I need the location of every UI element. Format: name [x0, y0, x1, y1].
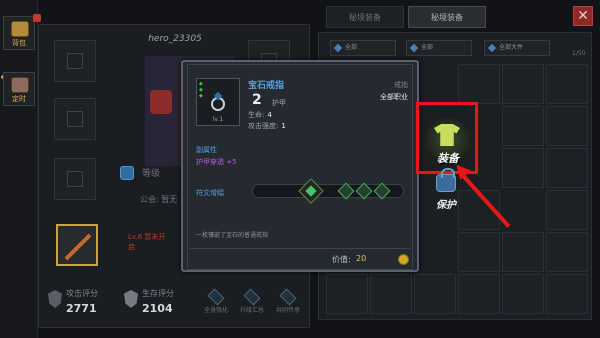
inventory-slot[interactable]	[546, 232, 588, 272]
secondary-attribute-value: 护甲穿透 +5	[196, 158, 237, 166]
diamond-icon	[243, 288, 261, 306]
sidebar-item-timer[interactable]: 定时	[3, 72, 35, 106]
slot-placeholder-icon	[67, 111, 83, 127]
price-value: 20	[356, 254, 367, 263]
item-slot-type: 戒指	[394, 81, 408, 89]
equipment-slot-armor[interactable]	[54, 98, 96, 140]
armor-icon	[434, 124, 460, 146]
inventory-count: 1/50	[572, 50, 586, 57]
lock-icon	[436, 168, 456, 192]
sidebar-item-label: 定时	[12, 95, 26, 103]
filter-dropdown-2[interactable]: 全部	[406, 40, 472, 56]
enhance-all-button[interactable]: 全身强化	[198, 288, 234, 320]
inventory-slot[interactable]	[546, 274, 588, 314]
hero-name: hero_23305	[148, 34, 202, 44]
diamond-icon	[207, 288, 225, 306]
secondary-attribute-title: 副属性	[196, 146, 217, 154]
coin-icon	[398, 254, 409, 265]
star-rating-icon: ◆ ◆ ◆	[199, 81, 203, 99]
rune-gem-icon	[305, 185, 317, 197]
filter-dropdown-3[interactable]: 全部大件	[484, 40, 550, 56]
equip-button[interactable]: 装备	[424, 118, 472, 166]
bag-icon	[11, 21, 29, 37]
chest-icon	[11, 77, 29, 93]
divider	[190, 248, 410, 249]
tab-secret-gear-2[interactable]: 秘境装备	[408, 6, 486, 28]
inventory-slot[interactable]	[502, 232, 544, 272]
notification-badge	[33, 14, 41, 22]
filter-dropdown-1[interactable]: 全部	[330, 40, 396, 56]
locked-slot[interactable]: Lv.6 暂未开启	[128, 232, 168, 260]
equipment-slot-boots[interactable]	[54, 158, 96, 200]
inventory-slot[interactable]	[458, 64, 500, 104]
class-icon	[120, 166, 134, 180]
survival-score-value: 2104	[142, 302, 173, 315]
upgrade-summary-button[interactable]: 升级汇总	[234, 288, 270, 320]
survival-score: 生存评分 2104	[124, 288, 194, 320]
level-text: 等级	[142, 169, 161, 179]
item-type: 护甲	[272, 99, 286, 107]
rune-socket-label: 符文增幅	[196, 189, 224, 197]
inventory-slot[interactable]	[370, 274, 412, 314]
inventory-slot[interactable]	[414, 274, 456, 314]
shield-icon	[48, 290, 62, 308]
inventory-slot[interactable]	[502, 274, 544, 314]
survival-score-label: 生存评分	[142, 289, 174, 298]
inherit-label: 共同传承	[275, 307, 300, 314]
sword-icon	[58, 226, 100, 268]
item-stat-hp: 生命: 4	[248, 110, 272, 120]
tab-secret-gear-1[interactable]: 秘境装备	[326, 6, 404, 28]
item-stat-value: 1	[281, 122, 286, 130]
attack-score-label: 攻击评分	[66, 289, 98, 298]
inventory-slot[interactable]	[546, 64, 588, 104]
inventory-slot[interactable]	[502, 106, 544, 146]
price-label: 价值:	[332, 255, 351, 264]
slot-placeholder-icon	[67, 171, 83, 187]
inventory-slot[interactable]	[546, 148, 588, 188]
close-button[interactable]: ✕	[573, 6, 593, 26]
upgrade-summary-label: 升级汇总	[239, 307, 264, 314]
enhance-all-label: 全身强化	[203, 307, 228, 314]
item-stat-label: 攻击强度:	[248, 122, 279, 130]
equipment-slot-helmet[interactable]	[54, 40, 96, 82]
inventory-slot[interactable]	[458, 232, 500, 272]
inventory-slot[interactable]	[546, 106, 588, 146]
inventory-slot[interactable]	[502, 148, 544, 188]
item-description: 一枚镶嵌了宝石的普通戒指	[196, 232, 269, 239]
protect-button-label: 保护	[436, 200, 456, 211]
shield-icon	[124, 290, 138, 308]
inherit-button[interactable]: 共同传承	[270, 288, 306, 320]
attack-score: 攻击评分 2771	[48, 288, 118, 320]
slot-placeholder-icon	[67, 53, 83, 69]
attack-score-value: 2771	[66, 302, 97, 315]
item-stat-attack: 攻击强度: 1	[248, 121, 286, 131]
item-stat-label: 生命:	[248, 111, 265, 119]
item-name: 宝石戒指	[248, 81, 285, 91]
guild-text: 公会: 暂无	[140, 195, 178, 204]
sidebar-item-label: 背包	[12, 39, 26, 47]
item-enhance-level: 2	[252, 92, 262, 108]
sidebar-item-bag[interactable]: 背包	[3, 16, 35, 50]
inventory-slot[interactable]	[546, 190, 588, 230]
left-sidebar	[0, 0, 38, 338]
character-helmet-icon	[150, 90, 172, 114]
item-stat-value: 4	[267, 111, 272, 119]
diamond-icon	[279, 288, 297, 306]
inventory-slot[interactable]	[502, 64, 544, 104]
item-class-restriction: 全部职业	[380, 93, 408, 101]
inventory-slot[interactable]	[458, 274, 500, 314]
inventory-slot[interactable]	[326, 274, 368, 314]
locked-slot-label: Lv.6 暂未开启	[128, 233, 166, 251]
item-level: lv.1	[212, 116, 224, 123]
